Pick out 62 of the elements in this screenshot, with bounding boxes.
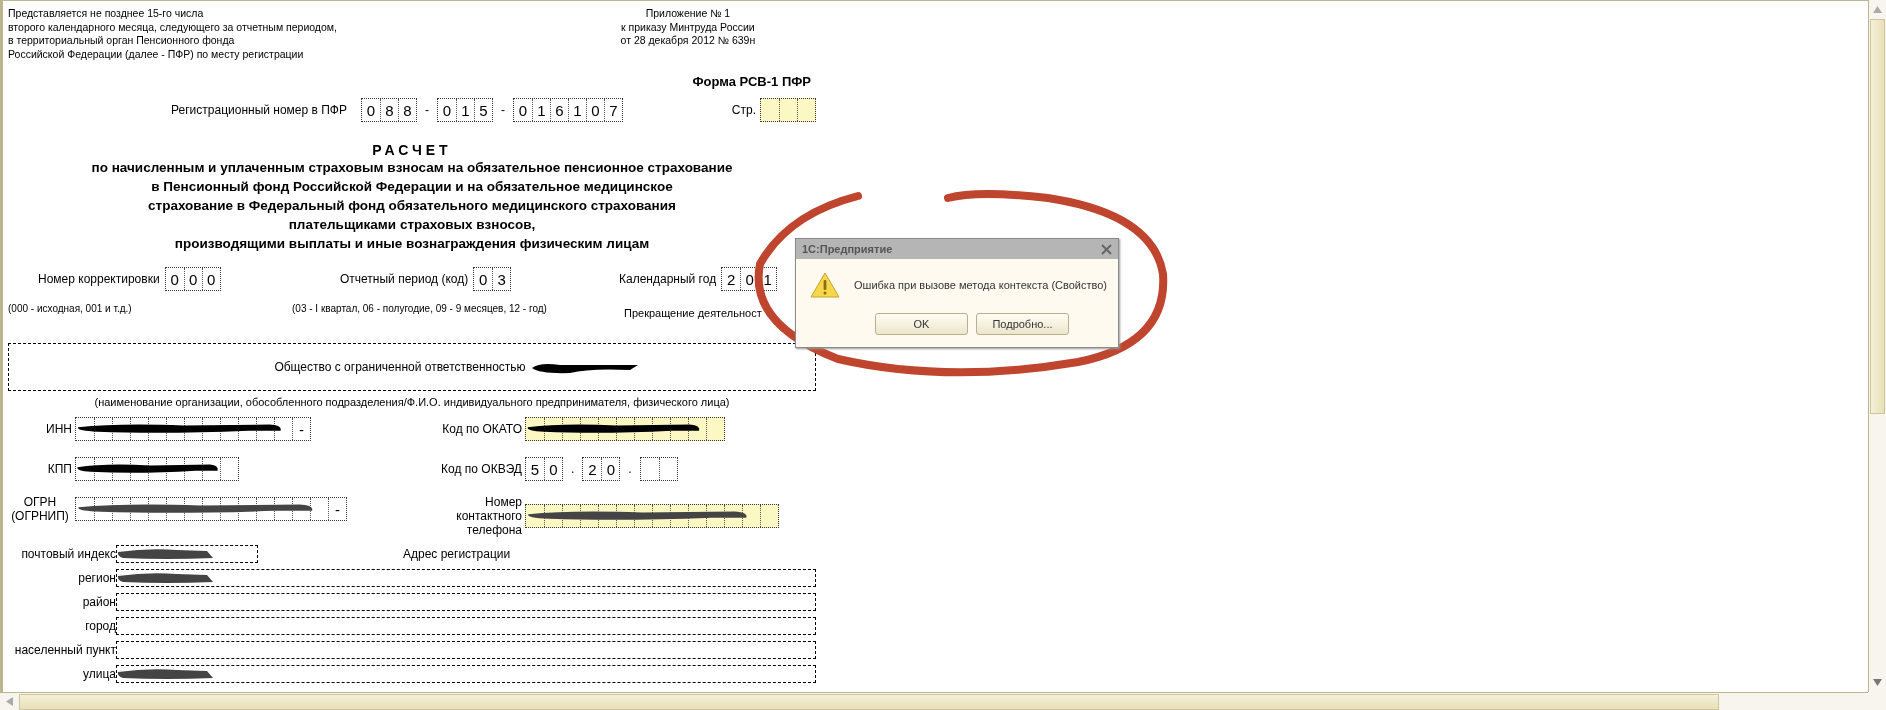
dialog-button[interactable]: Подробно... <box>976 313 1069 335</box>
address-field[interactable] <box>116 665 816 683</box>
form-name: Форма РСВ-1 ПФР <box>691 74 812 89</box>
address-field[interactable] <box>116 641 816 659</box>
field-label: Код по ОКВЭД <box>440 462 522 476</box>
field-label: ИНН <box>45 422 72 436</box>
address-field[interactable] <box>116 593 816 611</box>
form-subtitle: по начисленным и уплаченным страховым взносам на обязательное пенсионное страхование в Пенсионный фонд Российской Федерации и на обязательное медицинское страхование в Федеральный фонд обязательного медицинского страхования плательщиками страховых взносов, производящими выплаты и иные вознаграждения физическим лицам <box>91 159 733 253</box>
digit-cells[interactable]: 0 3 <box>473 267 512 291</box>
digit-cells[interactable]: 0 1 6 1 0 7 <box>513 98 623 122</box>
submission-note: Представляется не позднее 15-го числа второго календарного месяца, следующего за отчетным периодом, в территориальный орган Пенсионного фонда Российской Федерации (далее - ПФР) по месту регистрации <box>8 7 338 61</box>
organization-name: Общество с ограниченной ответственностью <box>274 360 526 374</box>
page-number-cells[interactable] <box>760 98 816 122</box>
warning-icon <box>810 271 840 299</box>
dialog-button[interactable]: OK <box>875 313 968 335</box>
form-title: РАСЧЕТ <box>371 142 453 158</box>
field-label: город <box>84 619 116 633</box>
field-label: Номер корректировки <box>38 272 160 286</box>
field-label: Номер контактного телефона <box>455 495 522 537</box>
code-cells[interactable]: - <box>75 417 311 441</box>
digit-cells[interactable]: 0 8 8 <box>361 98 417 122</box>
field-label: Стр. <box>731 103 756 117</box>
address-field[interactable] <box>116 569 816 587</box>
code-cells[interactable] <box>525 504 779 528</box>
organization-caption: (наименование организации, обособленного подразделения/Ф.И.О. индивидуального предпринимателя, физического лица) <box>93 396 731 408</box>
field-label: Код по ОКАТО <box>441 422 522 436</box>
close-icon[interactable] <box>1101 243 1112 255</box>
digit-cells[interactable]: 0 1 5 <box>437 98 493 122</box>
field-label: регион <box>77 571 116 585</box>
code-cells[interactable] <box>525 417 725 441</box>
field-label: почтовый индекс <box>20 547 116 561</box>
field-label: Календарный год <box>619 272 717 286</box>
digit-cells[interactable]: 0 0 0 <box>164 267 221 291</box>
dialog-title: 1С:Предприятие <box>802 243 893 255</box>
separator: - <box>500 103 506 117</box>
field-label: ОГРН (ОГРНИП) <box>10 495 70 523</box>
separator: - <box>424 103 430 117</box>
scroll-down-icon[interactable] <box>1873 679 1882 686</box>
field-label: улица <box>82 667 116 681</box>
field-label: район <box>81 595 116 609</box>
field-label: Отчетный период (код) <box>340 272 469 286</box>
field-label: Регистрационный номер в ПФР <box>170 103 347 117</box>
digit-cells[interactable]: 5 0 <box>525 457 563 481</box>
code-cells[interactable]: - <box>75 497 347 521</box>
field-hint: (000 - исходная, 001 и т.д.) <box>8 303 133 316</box>
digit-cells[interactable]: 2 0 <box>582 457 621 481</box>
separator: . <box>570 462 576 476</box>
field-hint: Прекращение деятельност <box>624 307 762 319</box>
address-field[interactable] <box>116 617 816 635</box>
field-label: населенный пункт <box>13 643 116 657</box>
scroll-thumb[interactable] <box>1870 19 1885 414</box>
separator: . <box>627 462 633 476</box>
section-heading: Адрес регистрации <box>403 547 511 561</box>
error-message: Ошибка при вызове метода контекста (Свойство) <box>854 279 1108 291</box>
field-label: КПП <box>46 462 72 476</box>
organization-name-field[interactable]: Общество с ограниченной ответственностью <box>8 343 816 391</box>
appendix-note: Приложение № 1 к приказу Минтруда России от 28 декабря 2012 № 639н <box>619 7 757 48</box>
field-hint: (03 - I квартал, 06 - полугодие, 09 - 9 месяцев, 12 - год) <box>292 303 548 316</box>
address-field[interactable] <box>116 545 258 563</box>
code-cells[interactable] <box>75 457 239 481</box>
digit-cells[interactable] <box>639 457 678 481</box>
vertical-scrollbar[interactable] <box>1868 0 1886 692</box>
